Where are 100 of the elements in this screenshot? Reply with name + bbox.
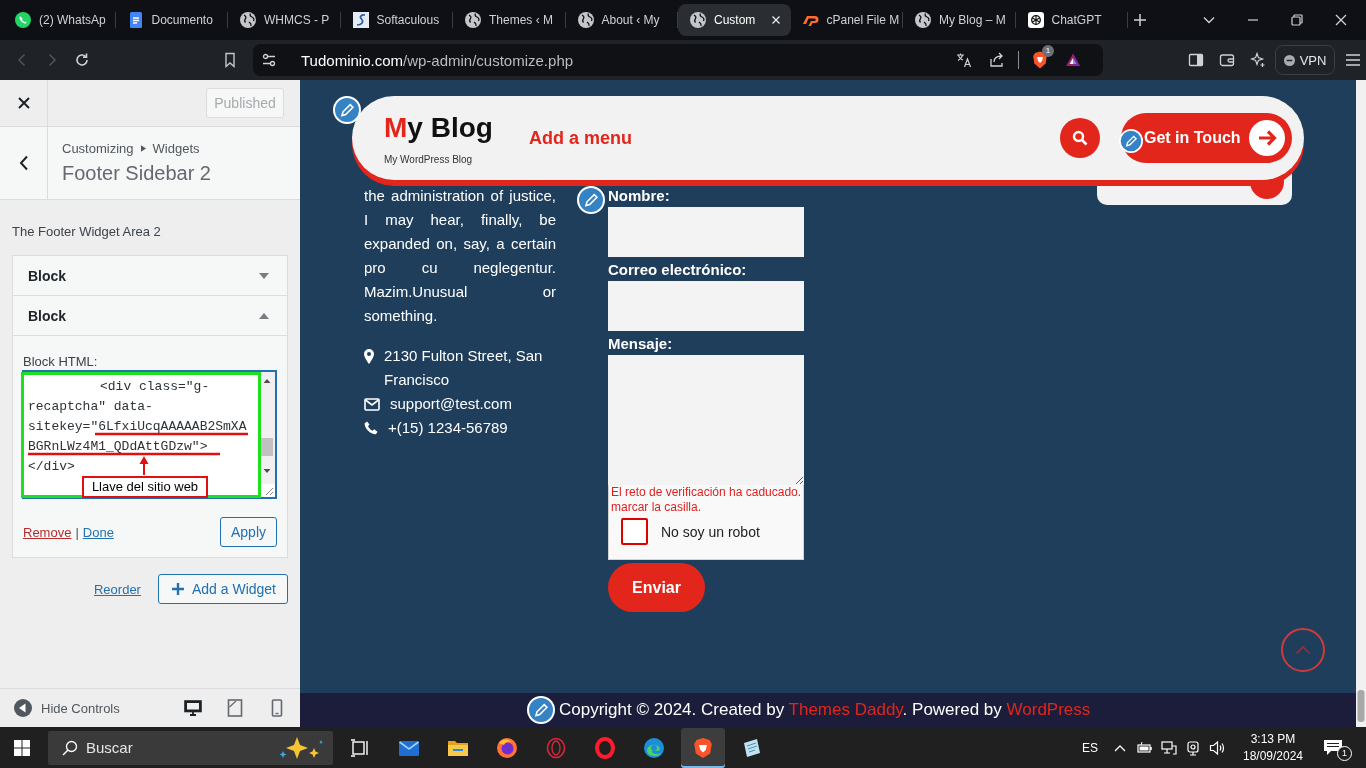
pencil-icon[interactable] <box>527 696 555 724</box>
globe-icon <box>240 12 256 28</box>
toggle-arrow-icon[interactable] <box>259 272 269 279</box>
up-arrow-icon <box>139 456 149 476</box>
triangle-icon[interactable] <box>1065 52 1081 68</box>
widget-title-bar[interactable]: Block <box>13 256 287 296</box>
globe-icon <box>577 12 594 28</box>
footer-link[interactable]: WordPress <box>1006 700 1091 719</box>
chevron-up-icon <box>1295 645 1311 655</box>
area-description: The Footer Widget Area 2 <box>12 224 162 240</box>
ring-icon <box>594 736 616 759</box>
reorder-link[interactable]: Reorder <box>93 581 141 597</box>
message-field[interactable] <box>608 355 804 485</box>
menu-icon[interactable] <box>1345 52 1361 68</box>
sparkle-icon[interactable] <box>1250 52 1266 68</box>
search-button[interactable] <box>1060 118 1100 158</box>
plus-icon[interactable] <box>1132 12 1148 28</box>
browser-tab[interactable]: ChatGPT <box>1015 4 1128 36</box>
url-text[interactable]: Tudominio.com/wp-admin/customize.php <box>301 51 574 69</box>
close-icon[interactable] <box>1333 12 1349 28</box>
chevron-up-icon[interactable] <box>1114 743 1126 752</box>
scrollbar[interactable] <box>1356 80 1366 727</box>
back-icon[interactable] <box>18 155 29 171</box>
globe-icon <box>690 12 706 28</box>
browser-tab[interactable]: WHMCS - P <box>228 4 341 36</box>
share-icon[interactable] <box>989 52 1005 68</box>
field-label: Block HTML: <box>23 354 99 370</box>
apply-button[interactable]: Apply <box>219 517 277 547</box>
reload-icon[interactable] <box>74 52 90 68</box>
sidebar-icon[interactable] <box>1188 52 1204 68</box>
search-icon <box>1072 130 1088 146</box>
about-paragraph: the administration of justice, I may hear, finally, be expanded on, say, a certain pro cu neglegentur. Mazim.Unusual or something. <box>364 186 556 326</box>
field-label: Mensaje: <box>608 334 674 354</box>
hide-controls-button[interactable]: Hide Controls <box>14 699 120 717</box>
section-title: Footer Sidebar 2 <box>62 162 211 185</box>
site-settings-icon[interactable] <box>261 52 277 68</box>
translate-icon[interactable] <box>956 52 972 68</box>
widget-title-bar[interactable]: Block <box>13 296 287 336</box>
breadcrumb-arrow-icon <box>140 145 146 152</box>
clock-date[interactable]: 18/09/2024 <box>1241 747 1305 765</box>
language-indicator[interactable]: ES <box>1082 740 1098 755</box>
address-bar[interactable]: Tudominio.com/wp-admin/customize.php 1 <box>253 44 1103 76</box>
annotation-label: Llave del sitio web <box>82 476 208 498</box>
browser-tab[interactable]: cPanel File M <box>790 4 903 36</box>
browser-tab[interactable]: Softaculous <box>340 4 453 36</box>
browser-tab[interactable]: About ‹ My <box>565 4 678 36</box>
submit-button[interactable]: Enviar <box>608 563 705 612</box>
contact-text: support@test.com <box>390 394 512 414</box>
search-icon <box>62 739 78 756</box>
speaker-icon[interactable] <box>1209 739 1225 756</box>
chat-bubble-icon[interactable] <box>1323 738 1343 757</box>
globe-icon <box>465 12 481 28</box>
arrow-right-icon <box>1249 120 1285 156</box>
start-icon[interactable] <box>14 739 30 756</box>
copyright-text: Copyright © 2024. Created by Themes Daddy. Powered by WordPress <box>559 700 1091 720</box>
site-title[interactable]: My Blog <box>384 112 529 144</box>
wave-icon <box>643 736 665 759</box>
document-icon <box>127 12 144 28</box>
shield-icon[interactable] <box>1032 51 1048 69</box>
checkbox[interactable] <box>621 518 648 545</box>
globe-flame-icon <box>496 736 518 759</box>
clock-time[interactable]: 3:13 PM <box>1241 730 1305 748</box>
browser-tab[interactable]: (2) WhatsAp <box>3 4 116 36</box>
text-field[interactable] <box>608 207 804 257</box>
phone-bubble-icon <box>15 12 31 28</box>
error-message: El reto de verificación ha caducado. marcar la casilla. <box>610 485 803 515</box>
wallet-icon[interactable] <box>1219 52 1235 68</box>
breadcrumb-text: Widgets <box>152 141 200 156</box>
checkbox-label: No soy un robot <box>661 523 760 540</box>
toggle-arrow-icon[interactable] <box>259 312 269 319</box>
text-field[interactable] <box>608 281 804 331</box>
add-widget-button[interactable]: Add a Widget <box>157 574 288 604</box>
tablet-icon[interactable] <box>226 699 244 717</box>
search-field[interactable]: Buscar <box>48 730 333 765</box>
vpn-button[interactable]: VPN <box>1275 45 1335 75</box>
globe-icon <box>915 12 931 28</box>
count-badge: 1 <box>1042 45 1054 57</box>
shield-icon <box>692 736 714 759</box>
bookmark-icon[interactable] <box>222 52 238 68</box>
browser-tab[interactable]: My Blog – M <box>903 4 1016 36</box>
footer-link[interactable]: Themes Daddy <box>788 700 903 719</box>
field-label: Nombre: <box>608 186 671 206</box>
contact-button[interactable]: Get in Touch <box>1121 113 1292 163</box>
remove-link[interactable]: Remove <box>23 524 72 540</box>
browser-tab[interactable]: Themes ‹ M <box>453 4 566 36</box>
network-icon[interactable] <box>1161 739 1177 756</box>
collapse-icon <box>14 699 32 717</box>
close-icon[interactable] <box>15 95 32 111</box>
browser-tab[interactable]: Custom <box>678 4 791 36</box>
envelope-icon <box>364 398 380 411</box>
taskbar-app-button[interactable] <box>681 727 725 768</box>
camera-icon[interactable] <box>1185 739 1201 756</box>
desktop-icon[interactable] <box>184 699 202 717</box>
browser-tab[interactable]: Documento <box>115 4 228 36</box>
plus-icon <box>171 583 184 595</box>
done-link[interactable]: Done <box>82 524 114 540</box>
battery-icon[interactable] <box>1137 739 1153 756</box>
restore-icon[interactable] <box>1289 12 1305 28</box>
menu-link[interactable]: Add a menu <box>529 127 632 149</box>
task-view-icon <box>349 736 371 759</box>
